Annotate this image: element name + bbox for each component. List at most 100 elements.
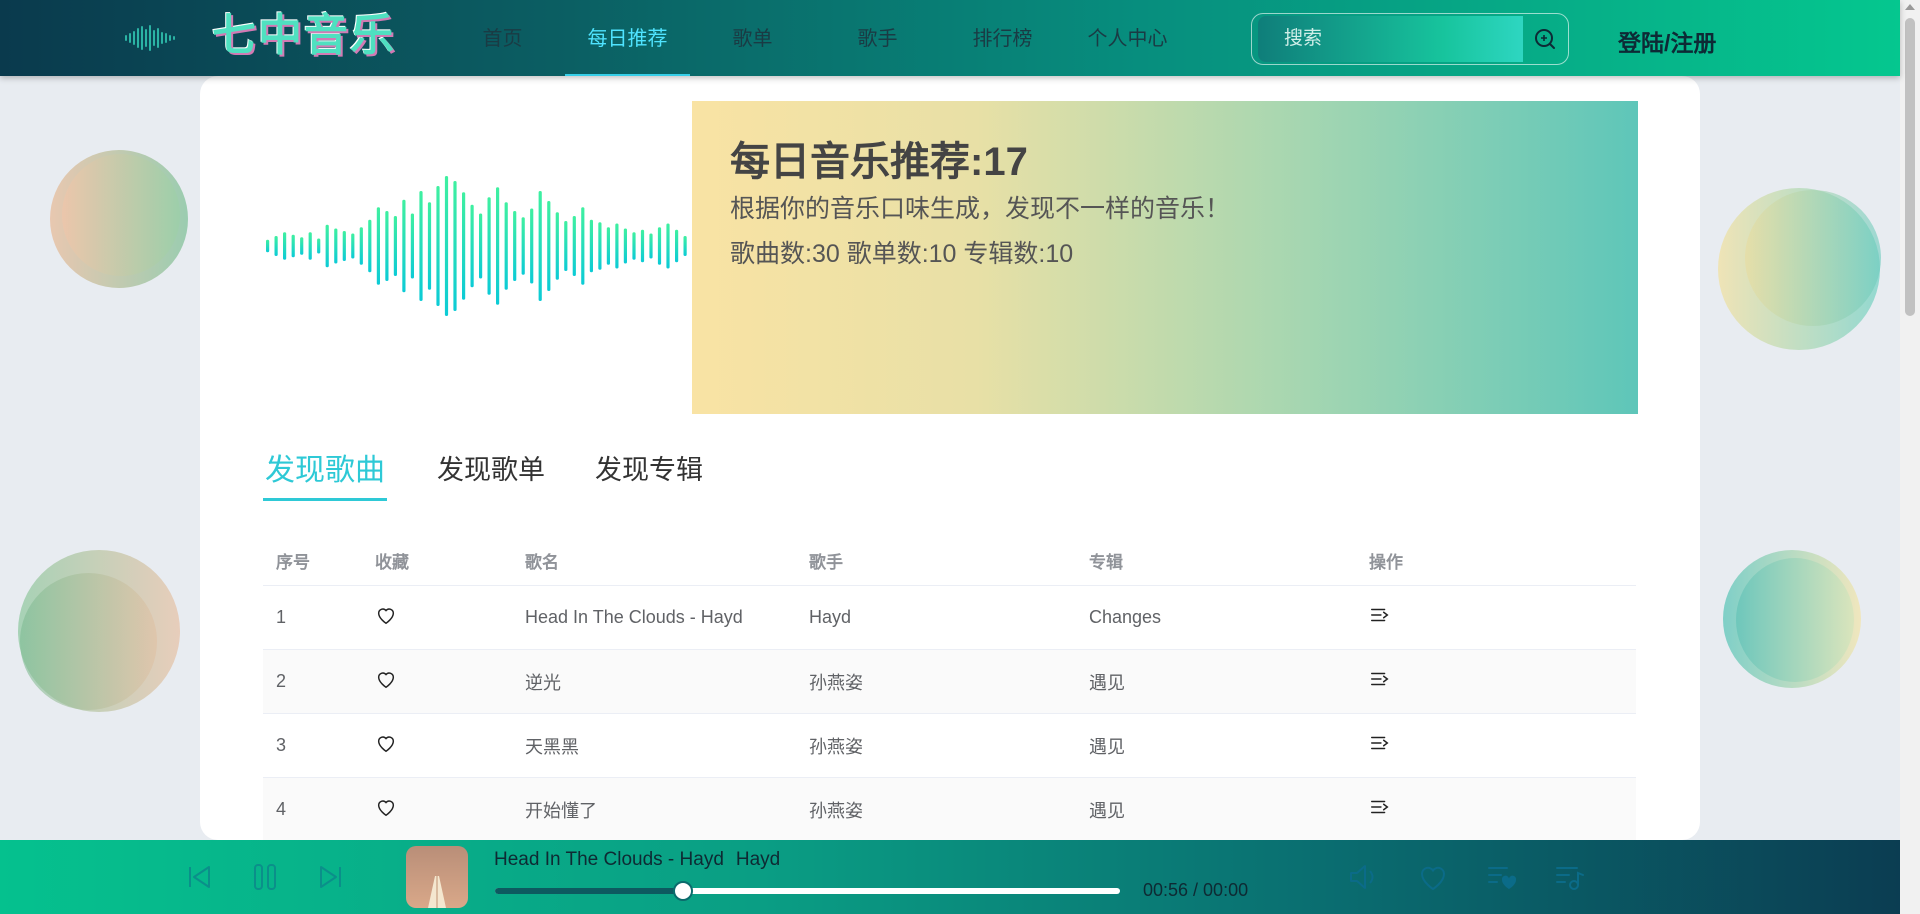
wave-bar: [521, 217, 525, 275]
search-input[interactable]: [1258, 16, 1523, 62]
songs-table: 序号 收藏 歌名 歌手 专辑 操作 1 Head In The Clouds -…: [263, 536, 1636, 842]
column-header-song: 歌名: [525, 553, 559, 572]
wave-bar: [334, 228, 338, 264]
tab-discover-albums[interactable]: 发现专辑: [595, 448, 703, 501]
progress-fill: [495, 888, 683, 894]
pause-icon[interactable]: [248, 860, 282, 894]
wave-bar: [291, 234, 295, 258]
row-index: 3: [276, 735, 287, 755]
page-scrollbar[interactable]: [1900, 0, 1920, 914]
wave-bar: [564, 221, 568, 271]
wave-bar: [283, 232, 287, 260]
nav-playlists[interactable]: 歌单: [690, 0, 815, 76]
wave-bar: [581, 207, 585, 285]
scroll-thumb[interactable]: [1905, 18, 1915, 316]
table-row[interactable]: 3 天黑黑 孙燕姿 遇见: [263, 714, 1636, 778]
add-to-queue-icon[interactable]: [1369, 796, 1391, 818]
song-name[interactable]: 逆光: [513, 669, 797, 695]
song-artist[interactable]: 孙燕姿: [797, 797, 1077, 823]
heart-icon[interactable]: [375, 796, 397, 818]
now-playing-info: Head In The Clouds - Hayd Hayd: [494, 849, 780, 871]
wave-bar: [632, 232, 636, 260]
heart-icon[interactable]: [375, 668, 397, 690]
album-cover[interactable]: [406, 846, 468, 908]
nav-daily-recommend[interactable]: 每日推荐: [565, 0, 690, 76]
volume-icon[interactable]: [1346, 860, 1380, 894]
wave-bar: [453, 181, 457, 311]
table-row[interactable]: 2 逆光 孙燕姿 遇见: [263, 650, 1636, 714]
wave-bar: [274, 236, 278, 256]
banner-title: 每日音乐推荐:17: [730, 140, 1028, 184]
nav-profile[interactable]: 个人中心: [1065, 0, 1190, 76]
song-name[interactable]: Head In The Clouds - Hayd: [513, 607, 797, 628]
table-row[interactable]: 4 开始懂了 孙燕姿 遇见: [263, 778, 1636, 842]
wave-bar: [342, 231, 346, 261]
wave-bar: [385, 211, 389, 281]
wave-bar: [393, 216, 397, 276]
table-row[interactable]: 1 Head In The Clouds - Hayd Hayd Changes: [263, 586, 1636, 650]
add-to-queue-icon[interactable]: [1369, 668, 1391, 690]
discover-tabs: 发现歌曲 发现歌单 发现专辑: [263, 448, 753, 501]
wave-bar: [479, 213, 483, 279]
song-name[interactable]: 开始懂了: [513, 797, 797, 823]
brand-logo[interactable]: 七中音乐: [212, 10, 396, 62]
nav-home[interactable]: 首页: [440, 0, 565, 76]
row-index: 2: [276, 671, 287, 691]
wave-bar: [368, 219, 372, 273]
add-to-queue-icon[interactable]: [1369, 732, 1391, 754]
song-album[interactable]: Changes: [1077, 607, 1357, 628]
tab-discover-songs[interactable]: 发现歌曲: [263, 445, 387, 501]
wave-bar: [589, 219, 593, 273]
nav-charts[interactable]: 排行榜: [940, 0, 1065, 76]
wave-bar: [410, 213, 414, 279]
playback-time: 00:56 / 00:00: [1143, 880, 1249, 900]
wave-bar: [376, 207, 380, 285]
search-icon: [1535, 29, 1555, 49]
wave-bar: [547, 201, 551, 291]
next-track-icon[interactable]: [314, 860, 348, 894]
wave-bar: [436, 186, 440, 306]
scroll-up-arrow-icon[interactable]: [1905, 4, 1915, 10]
heart-icon[interactable]: [375, 604, 397, 626]
song-album[interactable]: 遇见: [1077, 797, 1357, 823]
wave-bar: [513, 211, 517, 281]
add-to-queue-icon[interactable]: [1369, 604, 1391, 626]
sound-wave-illustration-icon: [266, 176, 687, 316]
wave-bar: [555, 212, 559, 280]
wave-bar: [317, 238, 321, 254]
wave-bar: [640, 229, 645, 263]
previous-track-icon[interactable]: [182, 860, 216, 894]
sound-wave-logo-icon: [125, 25, 175, 51]
column-header-artist: 歌手: [809, 553, 843, 572]
now-playing-title: Head In The Clouds - Hayd: [494, 849, 724, 870]
wave-bar: [623, 228, 627, 264]
favorite-heart-icon[interactable]: [1416, 860, 1450, 894]
wave-bar: [427, 202, 432, 290]
favorites-list-icon[interactable]: [1485, 860, 1519, 894]
nav-singers[interactable]: 歌手: [815, 0, 940, 76]
song-album[interactable]: 遇见: [1077, 733, 1357, 759]
song-album[interactable]: 遇见: [1077, 669, 1357, 695]
decorative-bubble: [1745, 190, 1881, 326]
playlist-queue-icon[interactable]: [1553, 860, 1587, 894]
wave-bar: [444, 176, 449, 316]
row-index: 1: [276, 607, 287, 627]
row-index: 4: [276, 799, 287, 819]
song-name[interactable]: 天黑黑: [513, 733, 797, 759]
progress-bar[interactable]: [495, 881, 1120, 901]
column-header-favorite: 收藏: [375, 553, 409, 572]
search-button[interactable]: [1522, 14, 1568, 64]
wave-bar: [598, 222, 602, 270]
wave-bar: [666, 223, 670, 269]
song-artist[interactable]: 孙燕姿: [797, 733, 1077, 759]
heart-icon[interactable]: [375, 732, 397, 754]
progress-handle[interactable]: [672, 881, 693, 901]
top-navbar: 七中音乐 首页 每日推荐 歌单 歌手 排行榜 个人中心 登陆/注册: [0, 0, 1900, 76]
song-artist[interactable]: 孙燕姿: [797, 669, 1077, 695]
tab-discover-playlists[interactable]: 发现歌单: [437, 448, 545, 501]
login-register-link[interactable]: 登陆/注册: [1618, 24, 1716, 58]
search-box: [1251, 13, 1569, 65]
table-header: 序号 收藏 歌名 歌手 专辑 操作: [263, 536, 1636, 586]
song-artist[interactable]: Hayd: [797, 607, 1077, 628]
column-header-actions: 操作: [1369, 553, 1403, 572]
